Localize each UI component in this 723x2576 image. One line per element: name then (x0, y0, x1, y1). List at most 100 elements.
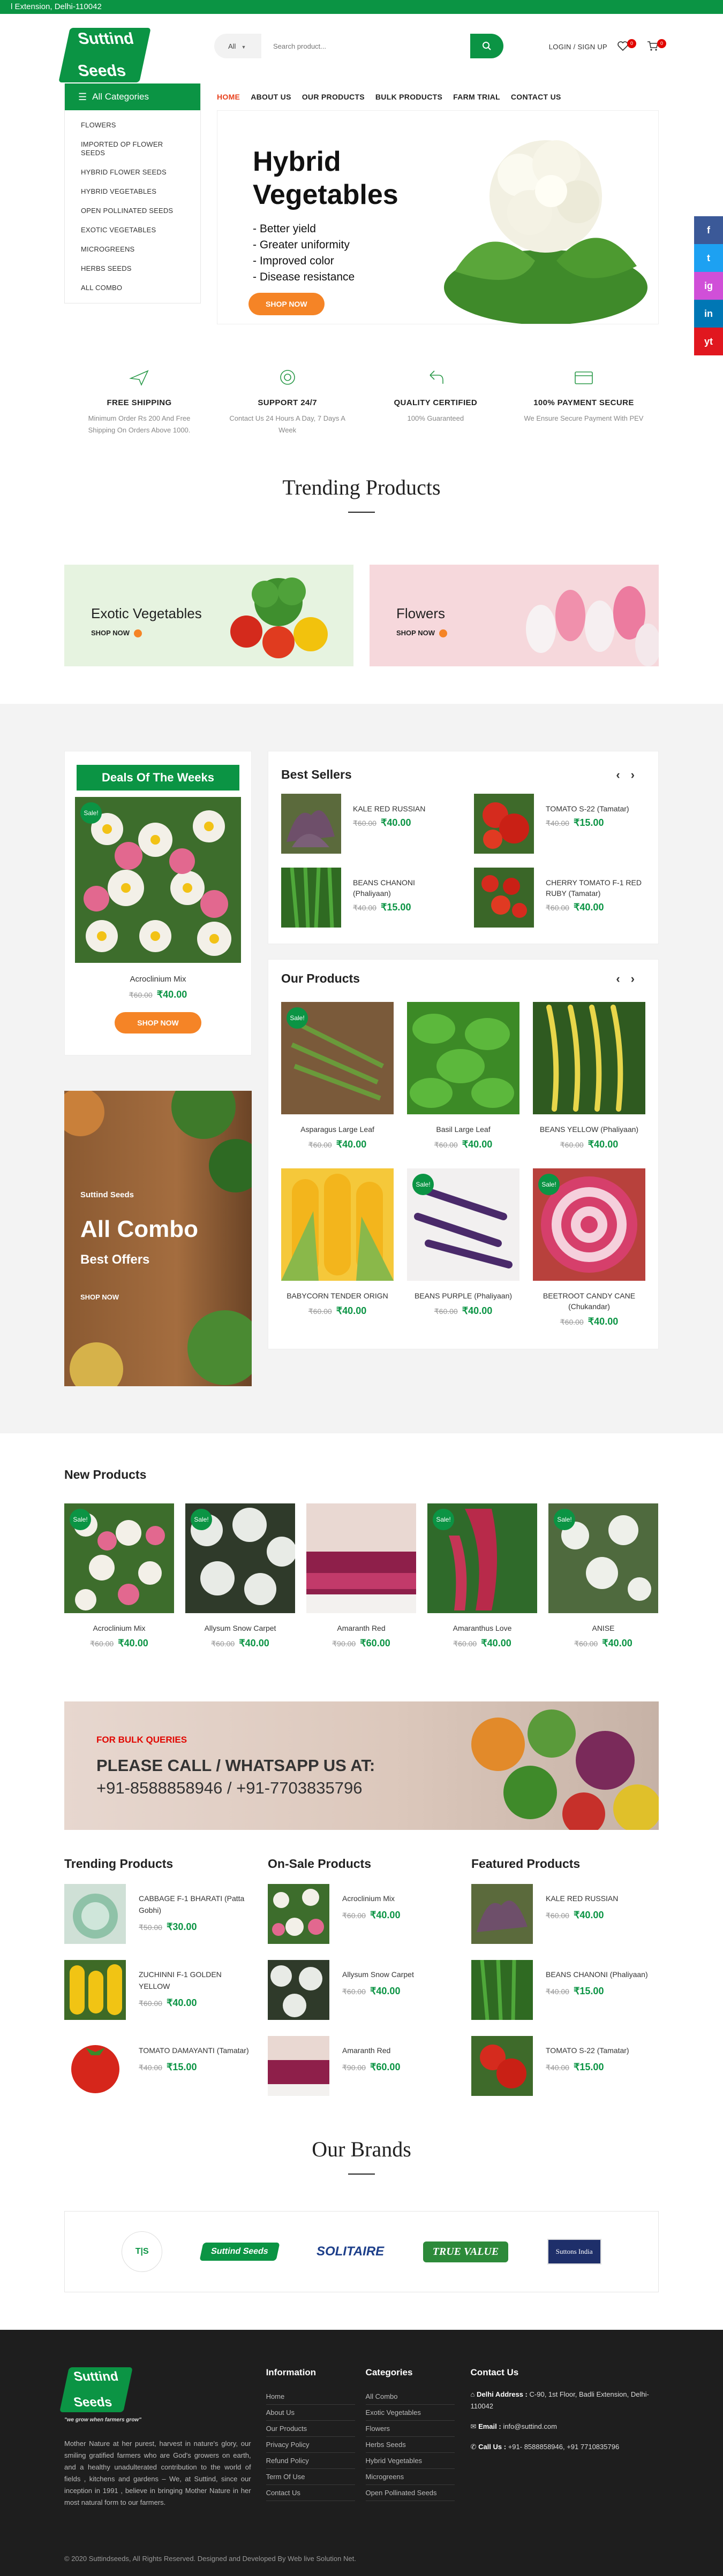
footer-link[interactable]: Exotic Vegetables (365, 2405, 455, 2421)
hero-title: Hybrid Vegetables (253, 146, 398, 210)
footer-link[interactable]: Refund Policy (266, 2453, 355, 2469)
bulk-query-banner: FOR BULK QUERIES PLEASE CALL / WHATSAPP … (64, 1701, 659, 1830)
footer-link[interactable]: Privacy Policy (266, 2437, 355, 2453)
category-item[interactable]: ALL COMBO (65, 278, 200, 298)
instagram-icon[interactable]: ig (694, 272, 723, 300)
deal-shop-now-button[interactable]: SHOP NOW (115, 1012, 201, 1034)
brand-logo-solitaire[interactable]: SOLITAIRE (317, 2244, 384, 2259)
footer-logo[interactable]: Suttind Seeds "we grow when farmers grow" (59, 2367, 251, 2426)
nav-home[interactable]: HOME (217, 93, 240, 101)
linkedin-icon[interactable]: in (694, 300, 723, 328)
prev-arrow-icon[interactable]: ‹ (616, 768, 630, 781)
banner-shop-now[interactable]: SHOP NOW (396, 629, 447, 638)
category-item[interactable]: MICROGREENS (65, 240, 200, 259)
product-card[interactable]: BEANS YELLOW (Phaliyaan) ₹60.00 ₹40.00 (533, 1002, 645, 1150)
product-card[interactable]: Sale! ANISE ₹60.00 ₹40.00 (548, 1503, 658, 1649)
category-item[interactable]: FLOWERS (65, 116, 200, 135)
banner-exotic-vegetables[interactable]: Exotic Vegetables SHOP NOW (64, 565, 353, 666)
product-card[interactable]: Sale! BEANS PURPLE (Phaliyaan) ₹60.00 ₹40.… (407, 1168, 519, 1327)
deal-product-image[interactable]: Sale! (75, 797, 241, 963)
nav-bulk-products[interactable]: BULK PRODUCTS (375, 93, 442, 101)
featured-section: Deals Of The Weeks Sale! Acroclinium Mix… (0, 704, 723, 1433)
sale-badge: Sale! (70, 1509, 91, 1530)
all-combo-banner[interactable]: Suttind Seeds All Combo Best Offers SHOP… (64, 1091, 252, 1386)
next-arrow-icon[interactable]: › (631, 768, 645, 781)
footer-link[interactable]: About Us (266, 2405, 355, 2421)
category-item[interactable]: HERBS SEEDS (65, 259, 200, 278)
facebook-icon[interactable]: f (694, 216, 723, 244)
twitter-icon[interactable]: t (694, 244, 723, 272)
list-item[interactable]: TOMATO DAMAYANTI (Tamatar) ₹40.00 ₹15.00 (64, 2036, 252, 2096)
product-card[interactable]: Sale! Allysum Snow Carpet ₹60.00 ₹40.00 (185, 1503, 295, 1649)
youtube-icon[interactable]: yt (694, 328, 723, 355)
hero-shop-now-button[interactable]: SHOP NOW (248, 293, 325, 315)
brand-logo-suttons[interactable]: Suttons India (547, 2239, 601, 2265)
footer-email[interactable]: ✉ Email : info@suttind.com (471, 2421, 659, 2433)
search-input[interactable] (261, 34, 470, 58)
footer-link[interactable]: Our Products (266, 2421, 355, 2437)
footer-link[interactable]: Flowers (365, 2421, 455, 2437)
footer-link[interactable]: Open Pollinated Seeds (365, 2485, 455, 2501)
category-item[interactable]: EXOTIC VEGETABLES (65, 221, 200, 240)
list-item[interactable]: TOMATO S-22 (Tamatar) ₹40.00 ₹15.00 (471, 2036, 659, 2096)
search-button[interactable] (470, 34, 503, 58)
list-item[interactable]: Allysum Snow Carpet ₹60.00 ₹40.00 (268, 1960, 455, 2020)
category-item[interactable]: HYBRID FLOWER SEEDS (65, 163, 200, 182)
footer-contact: Contact Us ⌂ Delhi Address : C-90, 1st F… (471, 2367, 659, 2509)
brand-logo-ts[interactable]: T|S (122, 2231, 163, 2272)
category-item[interactable]: HYBRID VEGETABLES (65, 182, 200, 201)
footer-link[interactable]: Home (266, 2389, 355, 2405)
list-item[interactable]: Acroclinium Mix ₹60.00 ₹40.00 (268, 1884, 455, 1944)
list-item[interactable]: CABBAGE F-1 BHARATI (Patta Gobhi) ₹50.00 ₹… (64, 1884, 252, 1944)
product-card[interactable]: Sale! BEETROOT CANDY CANE (Chukandar) ₹60… (533, 1168, 645, 1327)
deal-product-name[interactable]: Acroclinium Mix (65, 975, 251, 984)
category-item[interactable]: IMPORTED OP FLOWER SEEDS (65, 135, 200, 163)
nav-farm-trial[interactable]: FARM TRIAL (453, 93, 500, 101)
best-seller-item[interactable]: BEANS CHANONI (Phaliyaan) ₹40.00 ₹15.00 (281, 868, 453, 928)
nav-our-products[interactable]: OUR PRODUCTS (302, 93, 365, 101)
footer-link[interactable]: Herbs Seeds (365, 2437, 455, 2453)
wishlist-button[interactable]: 0 (617, 39, 636, 53)
cart-button[interactable]: 0 (647, 39, 666, 53)
prev-arrow-icon[interactable]: ‹ (616, 972, 630, 985)
footer-link[interactable]: Contact Us (266, 2485, 355, 2501)
category-item[interactable]: OPEN POLLINATED SEEDS (65, 201, 200, 221)
footer-link[interactable]: Hybrid Vegetables (365, 2453, 455, 2469)
all-categories-toggle[interactable]: ☰ All Categories (65, 83, 200, 110)
product-card[interactable]: Sale! Amaranthus Love ₹60.00 ₹40.00 (427, 1503, 537, 1649)
footer: Suttind Seeds "we grow when farmers grow"… (0, 2330, 723, 2576)
best-seller-item[interactable]: KALE RED RUSSIAN ₹60.00 ₹40.00 (281, 794, 453, 854)
list-item[interactable]: BEANS CHANONI (Phaliyaan) ₹40.00 ₹15.00 (471, 1960, 659, 2020)
combo-shop-now[interactable]: SHOP NOW (80, 1293, 119, 1301)
login-signup-link[interactable]: LOGIN / SIGN UP (549, 43, 607, 51)
footer-phone[interactable]: ✆ Call Us : +91- 8588858946, +91 7710835… (471, 2441, 659, 2453)
bulk-phone-numbers[interactable]: +91-8588858946 / +91-7703835796 (96, 1779, 362, 1798)
deal-of-week-card: Deals Of The Weeks Sale! Acroclinium Mix… (64, 751, 252, 1055)
brands-title: Our Brands (312, 2137, 411, 2161)
wishlist-count: 0 (627, 39, 636, 48)
footer-link[interactable]: Microgreens (365, 2469, 455, 2485)
best-seller-item[interactable]: TOMATO S-22 (Tamatar) ₹40.00 ₹15.00 (474, 794, 645, 854)
banner-shop-now[interactable]: SHOP NOW (91, 629, 142, 638)
tulips-image (526, 586, 659, 666)
footer-link[interactable]: Term Of Use (266, 2469, 355, 2485)
search-bar: All ▼ (214, 34, 503, 58)
next-arrow-icon[interactable]: › (631, 972, 645, 985)
product-card[interactable]: Sale! Acroclinium Mix ₹60.00 ₹40.00 (64, 1503, 174, 1649)
list-item[interactable]: Amaranth Red ₹90.00 ₹60.00 (268, 2036, 455, 2096)
banner-flowers[interactable]: Flowers SHOP NOW (370, 565, 659, 666)
site-logo[interactable]: SuttindSeeds "we grow when farmers grow" (58, 28, 169, 90)
search-category-select[interactable]: All ▼ (214, 42, 261, 50)
best-seller-item[interactable]: CHERRY TOMATO F-1 RED RUBY (Tamatar) ₹60.… (474, 868, 645, 928)
brand-logo-true-value[interactable]: TRUE VALUE (423, 2241, 509, 2262)
footer-link[interactable]: All Combo (365, 2389, 455, 2405)
product-card[interactable]: Amaranth Red ₹90.00 ₹60.00 (306, 1503, 416, 1649)
nav-contact[interactable]: CONTACT US (511, 93, 561, 101)
product-card[interactable]: Basil Large Leaf ₹60.00 ₹40.00 (407, 1002, 519, 1150)
list-item[interactable]: KALE RED RUSSIAN ₹60.00 ₹40.00 (471, 1884, 659, 1944)
product-card[interactable]: BABYCORN TENDER ORIGN ₹60.00 ₹40.00 (281, 1168, 394, 1327)
product-card[interactable]: Sale! Asparagus Large Leaf ₹60.00 ₹40.00 (281, 1002, 394, 1150)
brand-logo-suttind[interactable]: Suttind Seeds (199, 2243, 280, 2261)
list-item[interactable]: ZUCHINNI F-1 GOLDEN YELLOW ₹60.00 ₹40.00 (64, 1960, 252, 2020)
nav-about[interactable]: ABOUT US (251, 93, 291, 101)
